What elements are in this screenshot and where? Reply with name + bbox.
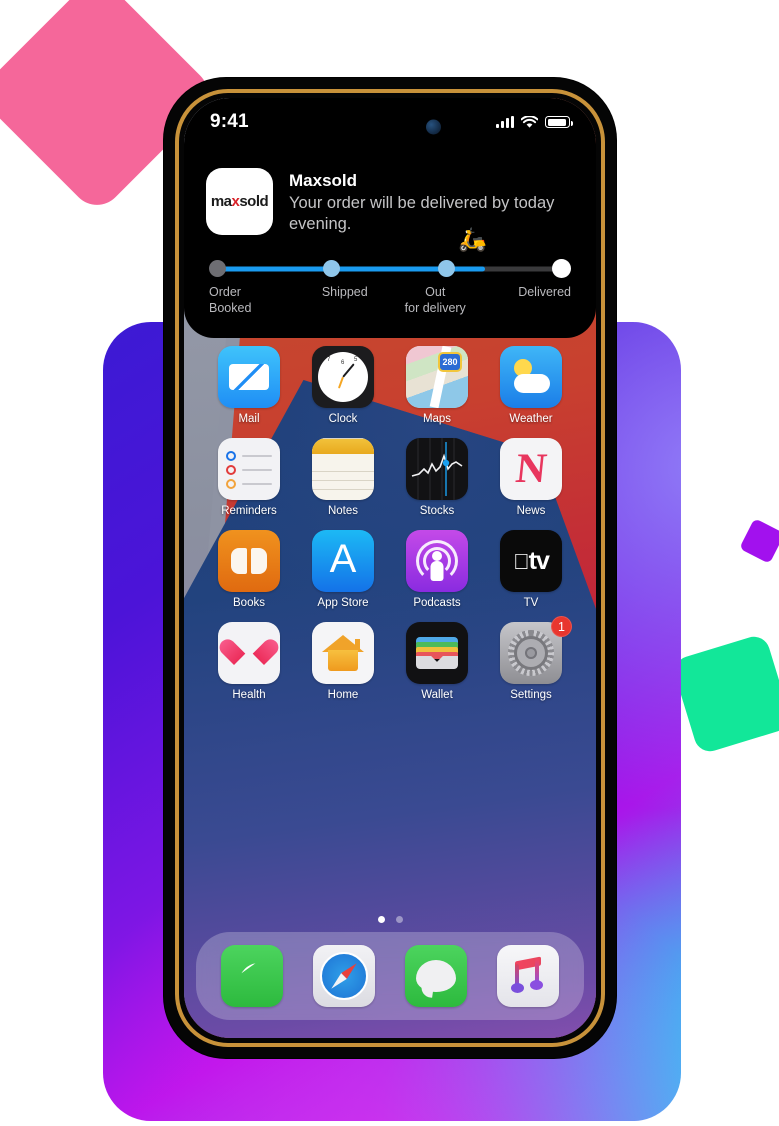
app-label: Podcasts [413, 597, 461, 609]
app-label: TV [523, 597, 539, 609]
app-label: Reminders [221, 505, 277, 517]
battery-icon [545, 116, 573, 128]
dynamic-island [331, 113, 449, 140]
app-grid: Mail 7 6 5 Clock 280 Maps Weather Remind… [202, 346, 578, 701]
tracker-label-delivered: Delivered [518, 284, 571, 299]
app-label: Clock [328, 413, 358, 425]
app-icon-stocks[interactable]: Stocks [390, 438, 484, 517]
app-icon-podcasts[interactable]: Podcasts [390, 530, 484, 609]
app-label: Books [233, 597, 265, 609]
app-label: News [516, 505, 546, 517]
app-store-glyph: A [329, 537, 357, 581]
app-icon-home[interactable]: Home [296, 622, 390, 701]
mail-icon [218, 346, 280, 408]
app-icon-tv[interactable]: tv TV [484, 530, 578, 609]
page-dot-active[interactable] [377, 916, 385, 923]
home-icon [312, 622, 374, 684]
decorative-green-square [670, 632, 779, 756]
app-label: Notes [327, 505, 359, 517]
app-icon-weather[interactable]: Weather [484, 346, 578, 425]
notes-icon [312, 438, 374, 500]
camera-lens-icon [426, 119, 441, 134]
tv-glyph: tv [520, 546, 550, 575]
notification-header: maxsold Maxsold Your order will be deliv… [206, 168, 574, 236]
music-icon[interactable] [497, 945, 559, 1007]
app-icon-books[interactable]: Books [202, 530, 296, 609]
app-label: Settings [510, 689, 552, 701]
app-label: Home [327, 689, 359, 701]
notification-text: Maxsold Your order will be delivered by … [289, 168, 574, 236]
status-bar-indicators [496, 115, 573, 129]
app-icon-notes[interactable]: Notes [296, 438, 390, 517]
app-icon-settings[interactable]: 1 Settings [484, 616, 578, 701]
maps-icon: 280 [406, 346, 468, 408]
order-tracker: 🛵 Order Booked Shipped Out for delivery … [206, 227, 574, 316]
logo-prefix: ma [210, 193, 232, 210]
safari-icon[interactable] [313, 945, 375, 1007]
settings-badge: 1 [551, 616, 572, 637]
app-icon-clock[interactable]: 7 6 5 Clock [296, 346, 390, 425]
maxsold-app-icon: maxsold [206, 168, 273, 235]
tracker-step-dot-out-for-delivery [437, 260, 455, 278]
stocks-icon [406, 438, 468, 500]
clock-numeral: 5 [354, 357, 358, 363]
page-indicator[interactable] [184, 916, 596, 923]
app-icon-health[interactable]: Health [202, 622, 296, 701]
cellular-bars-icon [496, 116, 514, 128]
phone-screen: Mail 7 6 5 Clock 280 Maps Weather Remind… [184, 98, 596, 1038]
page-root: Mail 7 6 5 Clock 280 Maps Weather Remind… [0, 0, 779, 1126]
notification-body: Your order will be delivered by today ev… [289, 193, 555, 234]
app-label: Health [232, 689, 266, 701]
tracker-step-dot-order-booked [209, 260, 226, 278]
notification-title: Maxsold [289, 171, 358, 190]
reminders-icon [218, 438, 280, 500]
app-icon-news[interactable]: N News [484, 438, 578, 517]
tracker-step-dot-shipped [323, 260, 341, 278]
app-label: Mail [238, 413, 260, 425]
wifi-icon [521, 115, 538, 128]
logo-suffix: sold [239, 193, 269, 210]
app-store-icon: A [312, 530, 374, 592]
messages-icon[interactable] [405, 945, 467, 1007]
app-icon-maps[interactable]: 280 Maps [390, 346, 484, 425]
phone-icon[interactable] [221, 945, 283, 1007]
maxsold-logo: maxsold [210, 193, 269, 210]
tracker-label-out-for-delivery: Out for delivery [404, 284, 466, 315]
page-dot[interactable] [395, 916, 403, 923]
app-label: Weather [509, 413, 553, 425]
app-label: Maps [422, 413, 452, 425]
wallet-icon [406, 622, 468, 684]
tracker-steps [209, 258, 571, 280]
app-label: App Store [317, 597, 369, 609]
health-icon [218, 622, 280, 684]
clock-numeral: 7 [327, 357, 331, 363]
weather-icon [500, 346, 562, 408]
clock-numeral: 6 [341, 360, 345, 366]
news-glyph: N [513, 446, 549, 492]
news-icon: N [500, 438, 562, 500]
app-label: Stocks [419, 505, 455, 517]
phone-mockup: Mail 7 6 5 Clock 280 Maps Weather Remind… [164, 78, 616, 1058]
tracker-track [209, 258, 571, 280]
clock-icon: 7 6 5 [312, 346, 374, 408]
scooter-icon: 🛵 [458, 225, 487, 252]
books-icon [218, 530, 280, 592]
app-label: Wallet [421, 689, 453, 701]
app-icon-reminders[interactable]: Reminders [202, 438, 296, 517]
tracker-label-shipped: Shipped [321, 284, 368, 299]
maps-route-shield: 280 [438, 352, 462, 372]
podcasts-icon [406, 530, 468, 592]
app-icon-wallet[interactable]: Wallet [390, 622, 484, 701]
tracker-step-dot-delivered [551, 259, 571, 279]
status-bar-time: 9:41 [210, 111, 249, 132]
tracker-labels: Order Booked Shipped Out for delivery De… [209, 284, 571, 316]
decorative-purple-square [739, 518, 779, 564]
dock [196, 932, 584, 1020]
tv-icon: tv [500, 530, 562, 592]
tracker-label-order-booked: Order Booked [209, 284, 252, 315]
app-icon-app-store[interactable]: A App Store [296, 530, 390, 609]
app-icon-mail[interactable]: Mail [202, 346, 296, 425]
